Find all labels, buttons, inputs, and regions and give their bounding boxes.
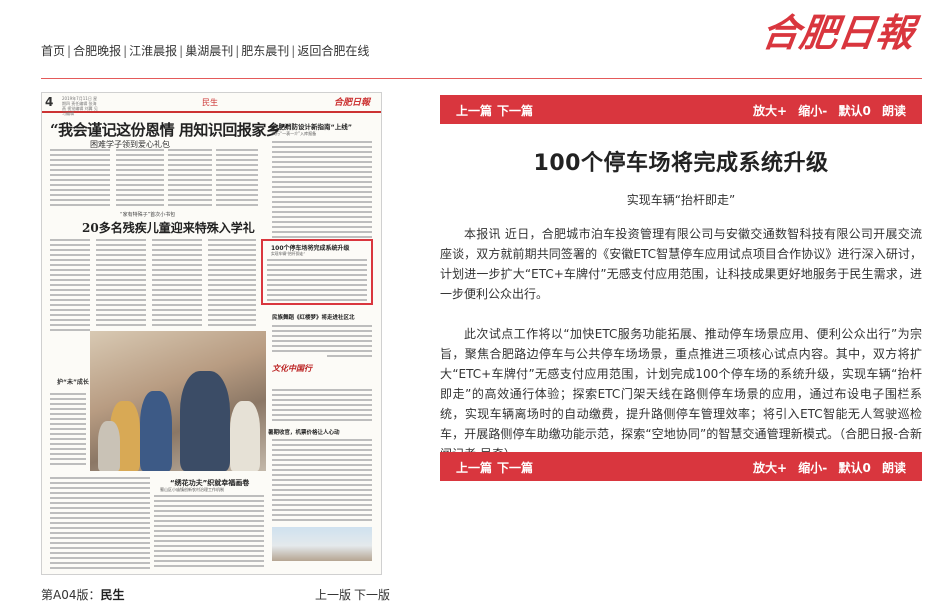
nav-separator: |: [179, 44, 184, 58]
next-article-link[interactable]: 下一篇: [497, 102, 533, 119]
text-column: [50, 477, 150, 572]
text-column: [208, 239, 256, 329]
thumb-headline-second-pre: “家有特殊子”首次小书包: [120, 212, 176, 218]
article-title: 100个停车场将完成系统升级: [533, 151, 829, 176]
prev-article-link[interactable]: 上一篇: [456, 102, 492, 119]
text-column: [168, 149, 212, 209]
zoom-out-button[interactable]: 缩小-: [798, 461, 827, 475]
photo-caption: 护“未”成长: [57, 379, 89, 386]
read-aloud-button[interactable]: 朗读: [882, 461, 906, 475]
nav-back-hefei-online[interactable]: 返回合肥在线: [297, 44, 369, 58]
thumb-headline-main[interactable]: “我会谨记这份恩情 用知识回报家乡”: [50, 119, 289, 140]
zoom-in-button[interactable]: 放大+: [753, 461, 787, 475]
default-size-button[interactable]: 默认0: [838, 104, 870, 118]
zoom-in-button[interactable]: 放大+: [753, 104, 787, 118]
hefei-daily-logo[interactable]: 合肥日報: [762, 4, 922, 58]
read-aloud-button[interactable]: 朗读: [882, 104, 906, 118]
text-column: [272, 389, 372, 424]
brand-insert-text: 文化中国行: [272, 363, 312, 373]
nav-home[interactable]: 首页: [41, 44, 65, 58]
article-toolbar-bottom: 上一篇 下一篇 放大+ 缩小- 默认0 朗读: [440, 452, 922, 481]
page-masthead: 合肥日報: [334, 98, 371, 108]
next-edition-link[interactable]: 下一版: [354, 588, 390, 602]
text-column: [50, 239, 90, 334]
article-body: 本报讯 近日，合肥城市泊车投资管理有限公司与安徽交通数智科技有限公司开展交流座谈…: [440, 224, 922, 484]
nav-feidong-morning[interactable]: 肥东晨刊: [241, 44, 289, 58]
text-column: [267, 259, 367, 304]
text-column: [154, 495, 264, 570]
reading-tools: 放大+ 缩小- 默认0 朗读: [746, 102, 906, 119]
default-size-button[interactable]: 默认0: [838, 461, 870, 475]
newspaper-page-thumbnail[interactable]: 4 2019年7月11日 星期四 责任编辑 张海燕 视觉编辑 刘翼 见习编辑 民…: [41, 92, 382, 575]
bottom-photo: [272, 527, 372, 561]
thumb-headline-bottom-sub: 蜀山区小庙镇创新农村治理工作机制: [160, 487, 224, 492]
nav-separator: |: [67, 44, 72, 58]
article-paragraph: 此次试点工作将以“加快ETC服务功能拓展、推动停车场景应用、便利公众出行”为宗旨…: [440, 327, 922, 461]
reading-tools: 放大+ 缩小- 默认0 朗读: [746, 459, 906, 476]
text-column: [272, 141, 372, 241]
page-section-title: 民生: [202, 98, 218, 107]
logo-text: 合肥日報: [762, 11, 922, 56]
header-divider: [41, 78, 922, 79]
article-paragraph: 本报讯 近日，合肥城市泊车投资管理有限公司与安徽交通数智科技有限公司开展交流座谈…: [440, 227, 922, 301]
text-column: [50, 149, 110, 209]
text-column: [50, 393, 86, 468]
nav-chaohu-morning[interactable]: 巢湖晨刊: [185, 44, 233, 58]
zoom-out-button[interactable]: 缩小-: [798, 104, 827, 118]
nav-jianghuai-morning[interactable]: 江淮晨报: [129, 44, 177, 58]
text-column: [116, 149, 164, 209]
text-column: [272, 439, 372, 524]
page-date-block: 2019年7月11日 星期四 责任编辑 张海燕 视觉编辑 刘翼 见习编辑: [62, 96, 98, 116]
text-column: [152, 239, 202, 329]
article-toolbar-top: 上一篇 下一篇 放大+ 缩小- 默认0 朗读: [440, 95, 922, 124]
highlighted-subheadline: 实现车辆“抬杆即走”: [271, 251, 306, 256]
edition-pager: 上一版 下一版: [312, 586, 390, 603]
thumb-headline-right-2[interactable]: 民族舞蹈《红楼梦》将走进社区北: [272, 313, 355, 321]
news-photo: [90, 331, 266, 471]
prev-article-link[interactable]: 上一篇: [456, 459, 492, 476]
text-column: [96, 239, 146, 329]
prev-edition-link[interactable]: 上一版: [315, 588, 351, 602]
nav-separator: |: [123, 44, 128, 58]
thumb-headline-right[interactable]: 合肥消防设计新指南“上线”: [272, 121, 352, 131]
edition-label: 第A04版：民生: [41, 586, 125, 603]
top-navigation: 首页 | 合肥晚报 | 江淮晨报 | 巢湖晨刊 | 肥东晨刊 | 返回合肥在线: [41, 42, 369, 59]
next-article-link[interactable]: 下一篇: [497, 459, 533, 476]
edition-prefix: 第A04版：: [41, 588, 101, 602]
nav-hefei-evening[interactable]: 合肥晚报: [73, 44, 121, 58]
text-column: [216, 149, 258, 209]
edition-name: 民生: [100, 588, 125, 602]
article-subtitle: 实现车辆“抬杆即走”: [626, 193, 736, 207]
page-number: 4: [45, 95, 54, 109]
thumb-headline-right-3[interactable]: 暑期收官，机票价格让人心动: [268, 428, 340, 436]
thumb-headline-second[interactable]: 20多名残疾儿童迎来特殊入学礼: [82, 219, 255, 236]
thumb-headline-right-sub: 实行“一表一介”入库报备: [272, 131, 317, 136]
